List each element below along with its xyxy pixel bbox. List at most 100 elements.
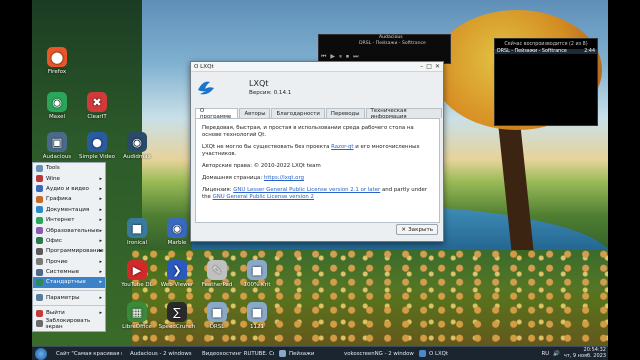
desktop-icon-clearit[interactable]: ✖ ClearIT — [70, 92, 124, 120]
razor-qt-link[interactable]: Razor-qt — [331, 144, 353, 150]
menu-item[interactable]: Wine ▸ — [33, 173, 105, 183]
menu-item-icon — [36, 247, 43, 255]
dialog-tab[interactable]: Благодарности — [271, 108, 325, 118]
menu-item[interactable]: Системные ▸ — [33, 267, 105, 277]
volume-icon[interactable]: 🔊 — [553, 351, 560, 357]
menu-item-label: Образовательные — [46, 227, 100, 234]
close-icon[interactable]: ✕ — [435, 63, 440, 70]
menu-item[interactable]: Графика ▸ — [33, 194, 105, 204]
app-menu-icon[interactable] — [35, 347, 47, 360]
taskbar-task[interactable]: Видеохостинг RUTUBE. Смо... — [196, 348, 274, 360]
dialog-tab[interactable]: Переводы — [325, 108, 365, 118]
chevron-right-icon: ▸ — [99, 227, 102, 234]
playlist-row[interactable]: DRSL - Пейзажи - Softtrance 2:44 — [495, 49, 597, 54]
taskbar-task[interactable]: Пейзажи — [276, 348, 336, 360]
taskbar-task[interactable]: vokoscreenNG - 2 windows — [338, 348, 414, 360]
menu-item-icon — [36, 320, 43, 328]
left-letterbox — [0, 0, 32, 360]
desktop-icon-folder-krit[interactable]: ■ 100% Krit — [230, 260, 284, 288]
previous-icon[interactable]: ⏮ — [321, 53, 326, 61]
menu-item[interactable]: Образовательные ▸ — [33, 225, 105, 235]
menu-item[interactable]: Документация ▸ — [33, 205, 105, 215]
gpl-link[interactable]: GNU General Public License version 2 — [213, 194, 314, 200]
next-icon[interactable]: ⏭ — [353, 53, 358, 61]
minimize-icon[interactable]: – — [420, 63, 423, 70]
video-icon: ● — [87, 132, 107, 152]
playlist-window[interactable]: Сейчас воспроизводится (2 из 8) DRSL - П… — [494, 38, 598, 126]
clock[interactable]: 20:54:32 чт, 9 нояб. 2023 — [564, 347, 606, 360]
menu-item-label: Системные — [46, 269, 80, 276]
close-button[interactable]: ✕ Закрыть — [396, 224, 438, 235]
dialog-tabs: О программе Авторы Благодарности Переводы Те… — [195, 108, 443, 120]
menu-item[interactable]: Интернет ▸ — [33, 215, 105, 225]
menu-item[interactable]: Параметры ▸ — [33, 293, 105, 303]
close-icon: ✕ — [401, 226, 407, 233]
system-tray: RU 🔊 20:54:32 чт, 9 нояб. 2023 — [541, 347, 606, 360]
desktop-icon-label: YouTube DL — [121, 282, 153, 288]
ironical-icon: ■ — [127, 218, 147, 238]
taskbar-task[interactable]: Audacious - 2 windows — [124, 348, 194, 360]
menu-item-label: Интернет — [46, 217, 75, 224]
playlist-track: DRSL - Пейзажи - Softtrance — [497, 49, 567, 54]
dialog-header: LXQt Версия: 0.14.1 — [191, 72, 443, 106]
menu-item-icon — [36, 175, 43, 183]
license-text: Лицензия: GNU Lesser General Public Lice… — [202, 187, 433, 201]
desktop-icon-audidmax[interactable]: ◉ Audidmax — [110, 132, 164, 160]
libreoffice-icon: ▦ — [127, 302, 147, 322]
stop-icon[interactable]: ⏹ — [346, 53, 349, 61]
chevron-right-icon: ▸ — [99, 206, 102, 213]
menu-item-icon — [36, 309, 43, 317]
keyboard-layout[interactable]: RU — [541, 351, 549, 357]
chevron-right-icon: ▸ — [99, 258, 102, 265]
desktop-icon-label: DRSL — [209, 324, 225, 330]
app-version: Версия: 0.14.1 — [249, 90, 292, 96]
desktop-icon-label: Audidmax — [123, 154, 151, 160]
menu-item-icon — [36, 268, 43, 276]
menu-item-icon — [36, 258, 43, 266]
dialog-tab[interactable]: Авторы — [239, 108, 271, 118]
menu-item[interactable]: Программирование ▸ — [33, 246, 105, 256]
pause-icon[interactable]: ⏸ — [339, 53, 342, 61]
menu-item-label: Графика — [46, 196, 72, 203]
description-text: Передовая, быстрая, и простая в использо… — [202, 125, 414, 138]
menu-item-icon — [36, 216, 43, 224]
about-tab-panel: Передовая, быстрая, и простая в использо… — [195, 118, 440, 223]
start-menu-bottom: Параметры ▸ Выйти ▸ Заблокировать экран — [33, 293, 105, 330]
desktop-icon-firefox[interactable]: ⬤ Firefox — [30, 47, 84, 75]
maximize-icon[interactable]: □ — [426, 63, 432, 70]
menu-item-icon — [36, 294, 43, 302]
copyright-text: Авторские права: © 2010-2022 LXQt team — [202, 163, 321, 169]
audacious-track-title: DRSL - Пейзажи - Softtrance — [359, 41, 426, 46]
folder-icon: ■ — [247, 260, 267, 280]
menu-item[interactable]: Офис ▸ — [33, 236, 105, 246]
dialog-tab[interactable]: Техническая информация — [365, 108, 442, 120]
menu-item[interactable]: Аудио и видео ▸ — [33, 184, 105, 194]
desktop-icon-label: ClearIT — [87, 114, 107, 120]
chevron-right-icon: ▸ — [99, 248, 102, 255]
menu-item-icon — [36, 227, 43, 235]
menu-item[interactable]: Tools — [33, 163, 105, 173]
menu-item-icon — [36, 185, 43, 193]
audacious-controls: ⏮ ▶ ⏸ ⏹ ⏭ — [321, 53, 358, 61]
taskbar-task[interactable]: О LXQt — [416, 348, 468, 360]
marble-icon: ◉ — [167, 218, 187, 238]
play-icon[interactable]: ▶ — [330, 53, 335, 61]
desktop-icon-folder-1121[interactable]: ■ 1121 — [230, 302, 284, 330]
taskbar-task[interactable]: Сайт "Самая красивая му... — [50, 348, 122, 360]
clearit-icon: ✖ — [87, 92, 107, 112]
menu-item-label: Tools — [46, 165, 60, 172]
menu-item[interactable]: Стандартные ▸ — [33, 277, 105, 288]
dialog-titlebar[interactable]: О LXQt – □ ✕ — [191, 62, 443, 72]
homepage-link[interactable]: https://lxqt.org — [264, 175, 304, 181]
desktop-icon-label: 100% Krit — [243, 282, 271, 288]
menu-item[interactable]: Заблокировать экран — [33, 318, 105, 330]
lgpl-link[interactable]: GNU Lesser General Public License versio… — [233, 187, 380, 193]
audacious-window[interactable]: Audacious DRSL - Пейзажи - Softtrance ⏮ … — [318, 34, 451, 64]
menu-item-label: Документация — [46, 206, 90, 213]
task-list: Сайт "Самая красивая му... Audacious - 2 … — [50, 348, 470, 360]
chevron-right-icon: ▸ — [99, 269, 102, 276]
app-name: LXQt — [249, 79, 269, 88]
chevron-right-icon: ▸ — [99, 294, 102, 301]
dialog-tab[interactable]: О программе — [195, 108, 239, 120]
menu-item[interactable]: Прочие ▸ — [33, 257, 105, 267]
